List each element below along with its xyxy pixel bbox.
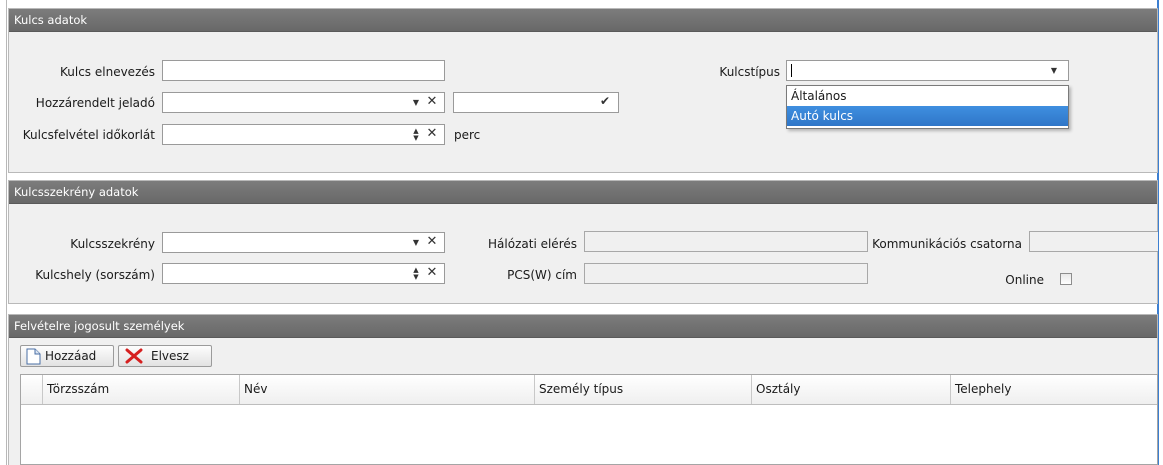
close-icon[interactable]: ✕ <box>426 126 438 141</box>
window-left-edge <box>6 0 7 465</box>
network-field <box>584 231 868 252</box>
new-document-icon <box>26 348 41 365</box>
column-header-id[interactable]: Törzsszám <box>42 375 239 404</box>
column-header-person-type[interactable]: Személy típus <box>534 375 751 404</box>
time-limit-unit: perc <box>454 128 481 142</box>
add-button-label: Hozzáad <box>45 349 97 363</box>
add-button[interactable]: Hozzáad <box>20 345 114 367</box>
close-icon[interactable]: ✕ <box>426 234 438 249</box>
persons-grid[interactable]: Törzsszám Név Személy típus Osztály Tele… <box>20 374 1158 465</box>
close-icon[interactable]: ✕ <box>426 94 438 109</box>
red-x-icon <box>125 348 143 364</box>
spinner-arrows-icon[interactable]: ▲ ▼ <box>410 267 422 281</box>
transmitter-label: Hozzárendelt jeladó <box>35 96 155 110</box>
persons-header: Felvételre jogosult személyek <box>9 315 1157 338</box>
column-header-site[interactable]: Telephely <box>950 375 1159 404</box>
online-checkbox[interactable] <box>1060 273 1072 285</box>
checkmark-icon[interactable]: ✔ <box>600 94 610 109</box>
transmitter-combo[interactable]: ▼ ✕ <box>162 92 445 113</box>
dropdown-option-car-key[interactable]: Autó kulcs <box>787 106 1068 126</box>
chevron-down-icon[interactable]: ▼ <box>410 95 422 110</box>
pcs-label: PCS(W) cím <box>507 268 577 282</box>
text-cursor <box>791 64 792 77</box>
remove-button-label: Elvesz <box>151 349 189 363</box>
remove-button[interactable]: Elvesz <box>118 345 212 367</box>
grid-row-indicator-header <box>21 375 42 404</box>
channel-field <box>1029 231 1158 252</box>
column-header-department[interactable]: Osztály <box>751 375 950 404</box>
grid-header-row: Törzsszám Név Személy típus Osztály Tele… <box>21 375 1157 405</box>
close-icon[interactable]: ✕ <box>426 265 438 280</box>
key-type-label: Kulcstípus <box>719 65 780 79</box>
pcs-field <box>584 263 868 284</box>
column-header-name[interactable]: Név <box>239 375 534 404</box>
transmitter-extra-combo[interactable]: ✔ <box>453 92 619 113</box>
time-limit-spinner[interactable]: ▲ ▼ ✕ <box>162 124 445 145</box>
slot-spinner[interactable]: ▲ ▼ ✕ <box>162 263 445 284</box>
key-name-label: Kulcs elnevezés <box>60 65 155 79</box>
time-limit-label: Kulcsfelvétel időkorlát <box>22 128 155 142</box>
network-label: Hálózati elérés <box>488 237 577 251</box>
cabinet-label: Kulcsszekrény <box>70 237 155 251</box>
chevron-down-icon[interactable]: ▼ <box>410 235 422 250</box>
channel-label: Kommunikációs csatorna <box>872 237 1022 251</box>
slot-label: Kulcshely (sorszám) <box>35 268 155 282</box>
dropdown-option-general[interactable]: Általános <box>787 86 1068 106</box>
online-label: Online <box>1005 273 1044 287</box>
key-type-dropdown: Általános Autó kulcs <box>786 85 1069 129</box>
key-data-header: Kulcs adatok <box>9 9 1157 32</box>
cabinet-data-header: Kulcsszekrény adatok <box>9 181 1157 204</box>
key-type-combo[interactable]: ▼ <box>786 60 1069 81</box>
cabinet-combo[interactable]: ▼ ✕ <box>162 232 445 253</box>
chevron-down-icon[interactable]: ▼ <box>1048 63 1060 78</box>
spinner-arrows-icon[interactable]: ▲ ▼ <box>410 128 422 142</box>
key-name-input[interactable] <box>162 60 445 81</box>
